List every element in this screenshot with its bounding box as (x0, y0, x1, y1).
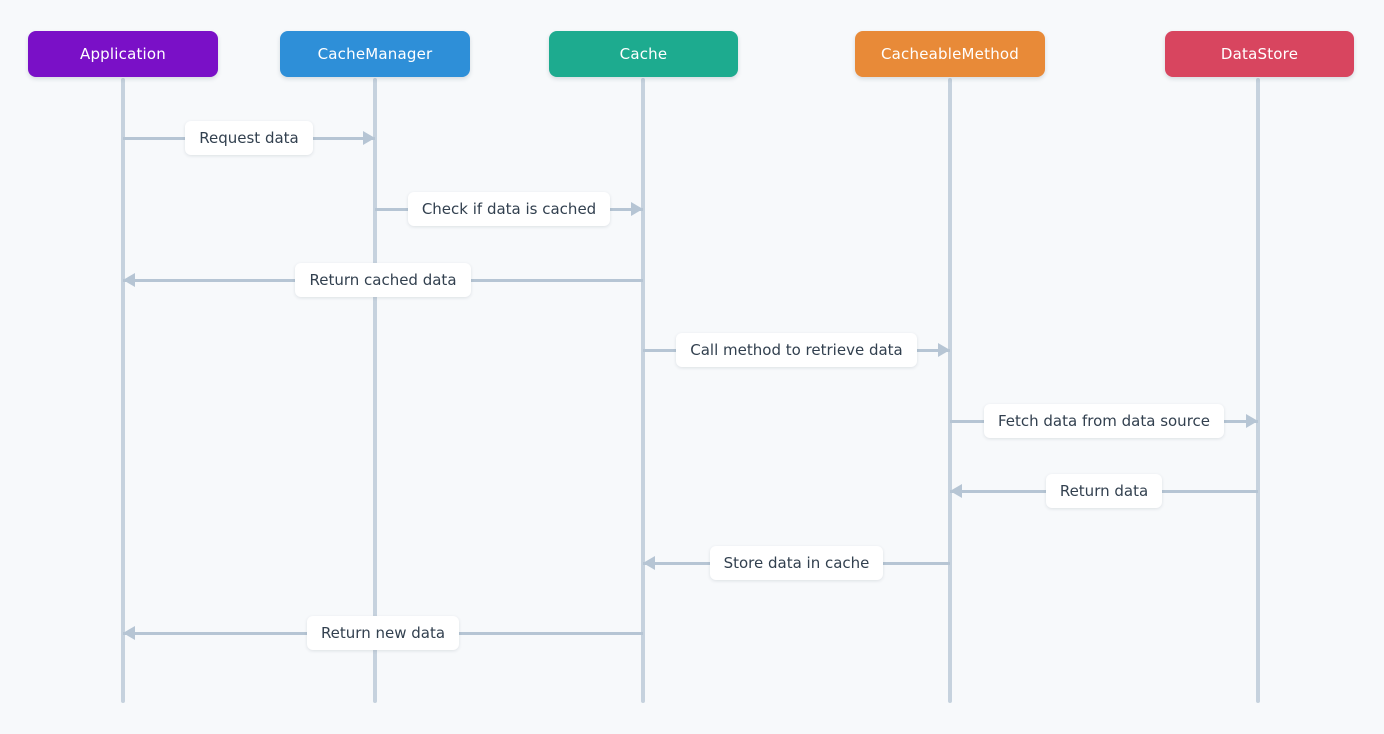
message-8[interactable]: Return new data (123, 611, 643, 655)
message-label: Check if data is cached (407, 191, 611, 227)
message-label: Return cached data (295, 262, 471, 298)
message-line (950, 489, 1258, 493)
participant-cache[interactable]: Cache (549, 31, 738, 77)
participant-label: DataStore (1220, 44, 1299, 63)
sequence-diagram-canvas: Application CacheManager Cache CacheableMet… (0, 0, 1384, 734)
message-label: Request data (185, 120, 313, 156)
participant-datastore[interactable]: DataStore (1165, 31, 1354, 77)
message-label: Fetch data from data source (983, 403, 1225, 439)
message-line (375, 207, 643, 211)
participant-label: Cache (619, 44, 668, 63)
message-label: Call method to retrieve data (676, 332, 917, 368)
lifeline-cacheablemethod (948, 78, 952, 703)
message-label: Return new data (306, 615, 460, 651)
message-line (643, 561, 950, 565)
message-line (123, 278, 643, 282)
lifeline-application (121, 78, 125, 703)
message-line (950, 419, 1258, 423)
message-6[interactable]: Return data (950, 469, 1258, 513)
message-line (123, 136, 375, 140)
participant-label: CacheManager (317, 44, 433, 63)
lifeline-cachemanager (373, 78, 377, 703)
participant-label: CacheableMethod (880, 44, 1019, 63)
lifeline-datastore (1256, 78, 1260, 703)
participant-cachemanager[interactable]: CacheManager (280, 31, 470, 77)
message-label: Return data (1045, 473, 1163, 509)
message-label: Store data in cache (709, 545, 884, 581)
message-1[interactable]: Request data (123, 116, 375, 160)
message-line (123, 631, 643, 635)
message-3[interactable]: Return cached data (123, 258, 643, 302)
participant-label: Application (79, 44, 166, 63)
lifeline-cache (641, 78, 645, 703)
message-4[interactable]: Call method to retrieve data (643, 328, 950, 372)
participant-application[interactable]: Application (28, 31, 218, 77)
participant-cacheablemethod[interactable]: CacheableMethod (855, 31, 1045, 77)
message-5[interactable]: Fetch data from data source (950, 399, 1258, 443)
message-line (643, 348, 950, 352)
message-7[interactable]: Store data in cache (643, 541, 950, 585)
message-2[interactable]: Check if data is cached (375, 187, 643, 231)
